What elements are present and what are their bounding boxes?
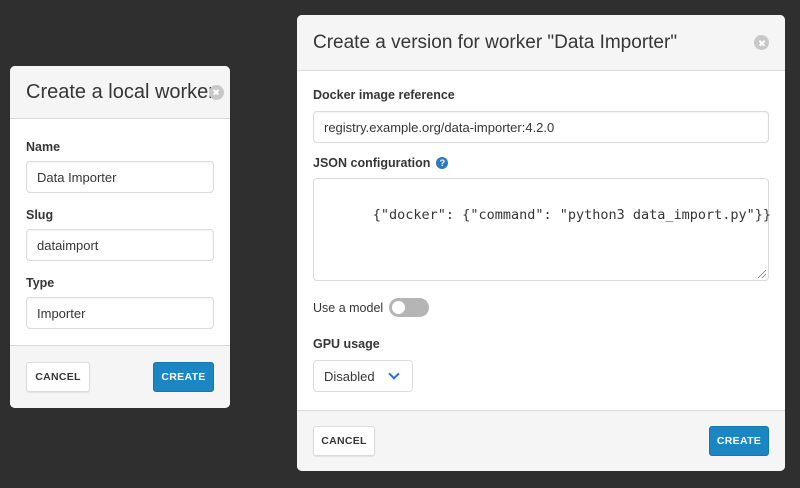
- slug-label: Slug: [26, 208, 54, 222]
- docker-image-input[interactable]: registry.example.org/data-importer:4.2.0: [313, 111, 769, 143]
- create-button[interactable]: CREATE: [709, 426, 769, 456]
- json-config-label: JSON configuration: [313, 156, 431, 170]
- name-input[interactable]: Data Importer: [26, 161, 214, 193]
- use-model-label: Use a model: [313, 300, 384, 315]
- modal-footer: CANCEL CREATE: [10, 345, 230, 408]
- gpu-usage-select[interactable]: Disabled: [313, 360, 413, 392]
- help-icon[interactable]: ?: [436, 157, 449, 169]
- create-version-modal: Create a version for worker "Data Import…: [297, 15, 785, 471]
- slug-input[interactable]: dataimport: [26, 229, 214, 261]
- json-config-value: {"docker": {"command": "python3 data_imp…: [372, 207, 772, 223]
- type-input[interactable]: Importer: [26, 297, 214, 329]
- close-icon[interactable]: [208, 84, 224, 100]
- local-worker-modal: Create a local worker Name Data Importer…: [10, 66, 230, 408]
- toggle-knob: [392, 301, 406, 314]
- type-label: Type: [26, 276, 55, 290]
- modal-body: Docker image reference registry.example.…: [297, 71, 785, 410]
- name-label: Name: [26, 140, 61, 154]
- json-config-textarea[interactable]: {"docker": {"command": "python3 data_imp…: [313, 178, 772, 281]
- modal-header: Create a local worker: [10, 66, 230, 119]
- cancel-button[interactable]: CANCEL: [313, 426, 375, 456]
- gpu-usage-value: Disabled: [324, 368, 375, 384]
- docker-image-label: Docker image reference: [313, 88, 455, 102]
- json-config-label-row: JSON configuration ?: [313, 156, 449, 170]
- close-icon[interactable]: [754, 35, 769, 50]
- modal-footer: CANCEL CREATE: [297, 410, 785, 471]
- modal-title: Create a version for worker "Data Import…: [313, 31, 678, 53]
- chevron-down-icon: [388, 368, 400, 380]
- modal-header: Create a version for worker "Data Import…: [297, 15, 785, 71]
- modal-body: Name Data Importer Slug dataimport Type …: [10, 119, 230, 345]
- create-button[interactable]: CREATE: [153, 362, 214, 392]
- modal-title: Create a local worker: [26, 80, 215, 103]
- use-model-toggle[interactable]: [389, 298, 430, 317]
- resize-handle-icon[interactable]: [758, 270, 766, 278]
- use-model-row: Use a model: [313, 298, 430, 317]
- cancel-button[interactable]: CANCEL: [26, 362, 90, 392]
- gpu-usage-label: GPU usage: [313, 337, 380, 351]
